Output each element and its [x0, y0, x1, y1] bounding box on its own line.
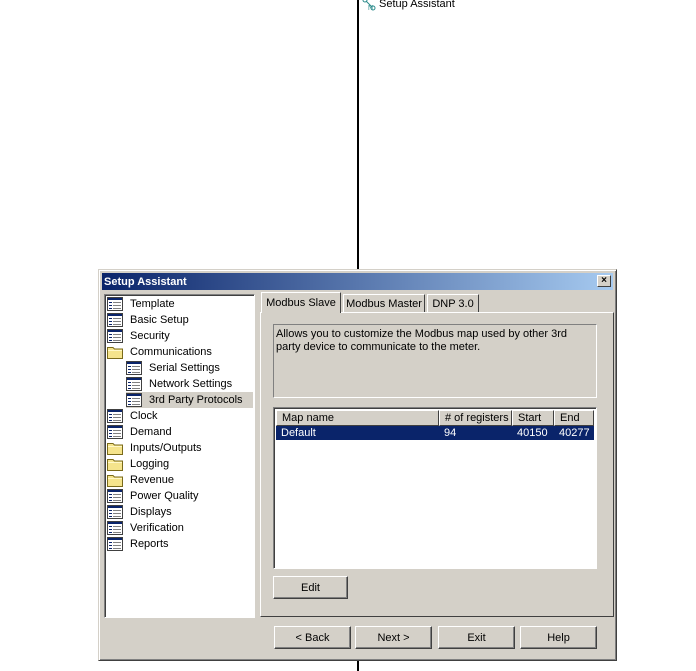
folder-icon [107, 473, 123, 487]
tree-item-label: Security [130, 330, 170, 342]
tree-item-basic-setup[interactable]: Basic Setup [107, 312, 191, 328]
column-label: End [560, 412, 580, 424]
tab-label: Modbus Slave [266, 297, 336, 309]
folder-icon [107, 441, 123, 455]
button-label: < Back [295, 631, 330, 644]
tree-item-label: Clock [130, 410, 158, 422]
table-row[interactable]: Default 94 40150 40277 [276, 426, 594, 440]
column-start[interactable]: Start [512, 410, 554, 426]
description-text: Allows you to customize the Modbus map u… [273, 324, 597, 398]
next-button[interactable]: Next > [355, 626, 432, 649]
tree-item-label: Displays [130, 506, 172, 518]
help-button[interactable]: Help [520, 626, 597, 649]
column-label: # of registers [445, 412, 509, 424]
settings-page-icon [126, 377, 142, 391]
button-label: Next > [377, 631, 410, 644]
cell-end: 40277 [559, 427, 590, 439]
folder-icon [107, 345, 123, 359]
tree-item-3rd-party-protocols[interactable]: 3rd Party Protocols [126, 392, 253, 408]
tab-label: DNP 3.0 [432, 297, 474, 310]
settings-page-icon [126, 361, 142, 375]
close-icon: × [601, 275, 607, 286]
tree-item-power-quality[interactable]: Power Quality [107, 488, 200, 504]
tree-item-label: Power Quality [130, 490, 199, 502]
column-label: Map name [282, 412, 334, 424]
tree-item-revenue[interactable]: Revenue [107, 472, 176, 488]
tab-label: Modbus Master [346, 297, 422, 310]
column-end[interactable]: End [554, 410, 594, 426]
tab-dnp3[interactable]: DNP 3.0 [427, 294, 479, 312]
tree-item-label: Network Settings [149, 378, 233, 390]
tree-item-label: Basic Setup [130, 314, 189, 326]
settings-page-icon [126, 393, 142, 407]
tree-item-security[interactable]: Security [107, 328, 172, 344]
back-button[interactable]: < Back [274, 626, 351, 649]
tree-item-reports[interactable]: Reports [107, 536, 171, 552]
tree-item-label: Revenue [130, 474, 175, 486]
background-node-text: Setup Assistant [379, 0, 455, 10]
tree-item-label: Demand [130, 426, 172, 438]
tree-item-label: 3rd Party Protocols [149, 394, 243, 406]
background-node-label[interactable]: N Setup Assistant [361, 0, 457, 11]
settings-page-icon [107, 329, 123, 343]
settings-page-icon [107, 313, 123, 327]
tree-item-communications[interactable]: Communications [107, 344, 214, 360]
column-label: Start [518, 412, 542, 424]
settings-page-icon [107, 489, 123, 503]
settings-page-icon [107, 409, 123, 423]
button-label: Edit [301, 581, 320, 594]
network-icon: N [362, 0, 376, 11]
folder-icon [107, 457, 123, 471]
exit-button[interactable]: Exit [438, 626, 515, 649]
tab-modbus-master[interactable]: Modbus Master [343, 294, 425, 312]
tree-item-label: Communications [130, 346, 212, 358]
tree-item-inputs-outputs[interactable]: Inputs/Outputs [107, 440, 204, 456]
tree-item-label: Serial Settings [149, 362, 220, 374]
dialog-title: Setup Assistant [104, 275, 187, 288]
column-map-name[interactable]: Map name [276, 410, 439, 426]
cell-start: 40150 [517, 427, 548, 439]
settings-page-icon [107, 425, 123, 439]
tree-item-demand[interactable]: Demand [107, 424, 174, 440]
tree-item-label: Reports [130, 538, 169, 550]
tree-item-logging[interactable]: Logging [107, 456, 171, 472]
tree-item-network-settings[interactable]: Network Settings [126, 376, 234, 392]
modbus-map-list[interactable]: Map name # of registers Start End Defaul… [273, 407, 597, 569]
tree-item-clock[interactable]: Clock [107, 408, 160, 424]
cell-map-name: Default [281, 427, 316, 439]
settings-page-icon [107, 297, 123, 311]
setup-assistant-dialog: Setup Assistant × Template Basic Setup Sec… [98, 269, 617, 661]
svg-text:N: N [368, 5, 373, 11]
dialog-titlebar[interactable]: Setup Assistant × [102, 273, 613, 290]
button-label: Help [547, 631, 570, 644]
tree-item-label: Inputs/Outputs [130, 442, 202, 454]
column-registers[interactable]: # of registers [439, 410, 512, 426]
navigation-tree[interactable]: Template Basic Setup Security Communication… [104, 294, 255, 618]
modbus-slave-panel: Allows you to customize the Modbus map u… [260, 312, 614, 617]
edit-button[interactable]: Edit [273, 576, 348, 599]
tree-item-label: Logging [130, 458, 170, 470]
tree-item-label: Template [130, 298, 175, 310]
desktop-canvas: N Setup Assistant Setup Assistant × Temp… [0, 0, 696, 671]
tree-item-label: Verification [130, 522, 184, 534]
settings-page-icon [107, 505, 123, 519]
list-header: Map name # of registers Start End [276, 410, 594, 426]
tree-item-displays[interactable]: Displays [107, 504, 174, 520]
cell-registers: 94 [444, 427, 457, 439]
tree-item-verification[interactable]: Verification [107, 520, 186, 536]
settings-page-icon [107, 537, 123, 551]
close-button[interactable]: × [597, 275, 611, 287]
settings-page-icon [107, 521, 123, 535]
tree-item-template[interactable]: Template [107, 296, 177, 312]
button-label: Exit [467, 631, 486, 644]
tree-item-serial-settings[interactable]: Serial Settings [126, 360, 222, 376]
tab-modbus-slave[interactable]: Modbus Slave [261, 292, 341, 313]
